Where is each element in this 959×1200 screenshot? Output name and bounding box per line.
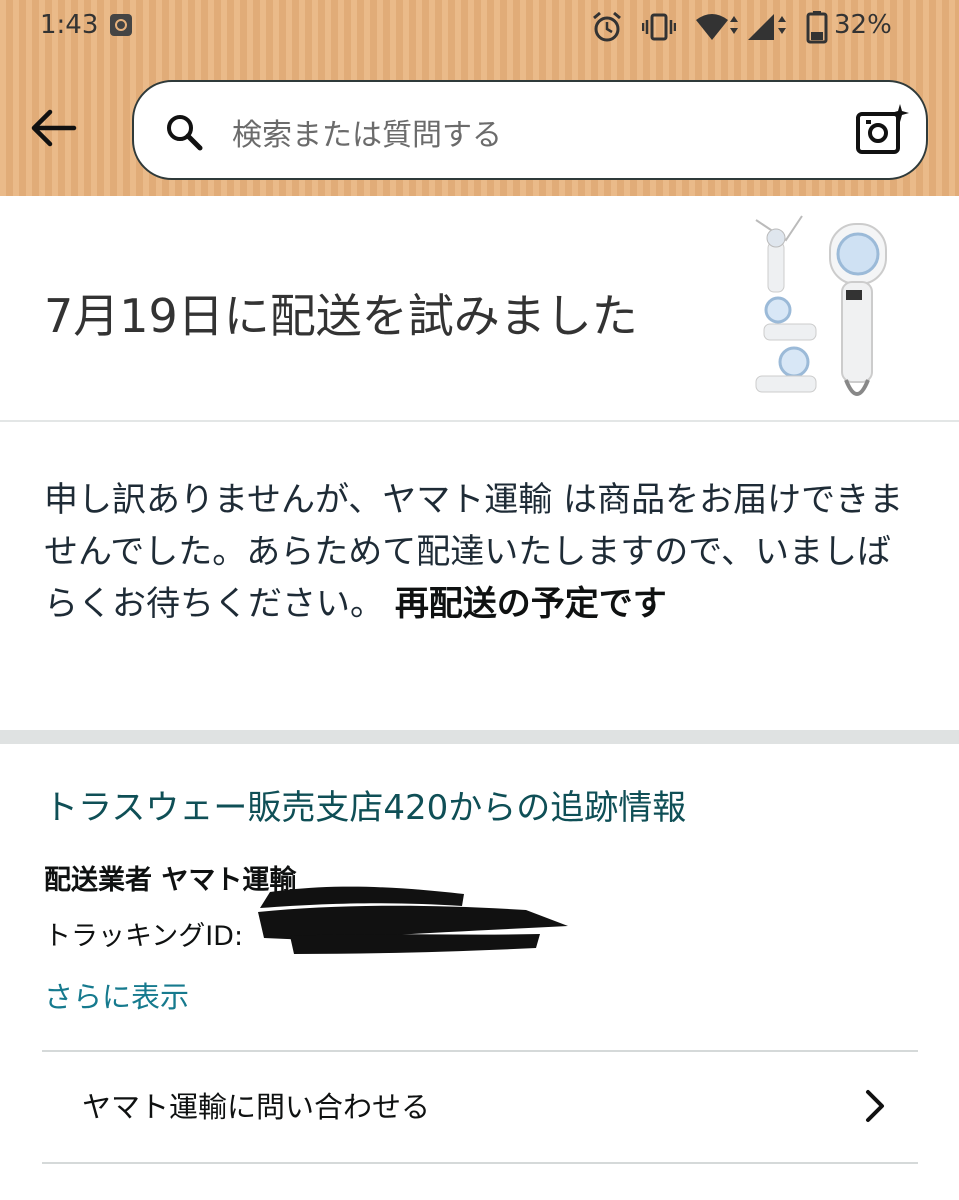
tracking-title: トラスウェー販売支店420からの追跡情報: [44, 788, 687, 828]
alarm-icon: [593, 11, 621, 42]
search-icon: [167, 115, 203, 151]
app-notification-icon: [110, 14, 132, 36]
contact-carrier-row[interactable]: ヤマト運輸に問い合わせる: [42, 1052, 918, 1162]
vibrate-icon: [642, 13, 676, 41]
search-bar[interactable]: 検索または質問する: [132, 80, 928, 180]
show-more-link[interactable]: さらに表示: [44, 974, 189, 1016]
product-image: [746, 212, 906, 402]
delivery-message: 申し訳ありませんが、ヤマト運輸 は商品をお届けできませんでした。あらためて配達い…: [44, 474, 916, 630]
wifi-icon: [696, 14, 738, 40]
battery-percent: 32%: [834, 10, 892, 40]
delivery-status-section: 7月19日に配送を試みました: [0, 196, 959, 422]
tracking-id: トラッキングID:: [44, 921, 244, 952]
top-header: 1:43 32% 検索または質問する: [0, 0, 959, 196]
contact-carrier-label: ヤマト運輸に問い合わせる: [82, 1090, 431, 1124]
battery-icon: [806, 11, 828, 44]
delivery-headline: 7月19日に配送を試みました: [44, 289, 638, 343]
chevron-right-icon: [866, 1090, 884, 1122]
list-divider-bottom: [42, 1162, 918, 1164]
status-bar: 1:43 32%: [0, 0, 959, 56]
search-input[interactable]: 検索または質問する: [232, 110, 502, 154]
section-divider: [0, 730, 959, 744]
signal-icon: [748, 14, 786, 40]
redelivery-note: 再配送の予定です: [394, 584, 667, 624]
camera-icon[interactable]: [854, 102, 910, 158]
back-arrow-icon[interactable]: [28, 106, 78, 150]
clock: 1:43: [40, 10, 99, 40]
redaction-marker: [258, 886, 568, 954]
